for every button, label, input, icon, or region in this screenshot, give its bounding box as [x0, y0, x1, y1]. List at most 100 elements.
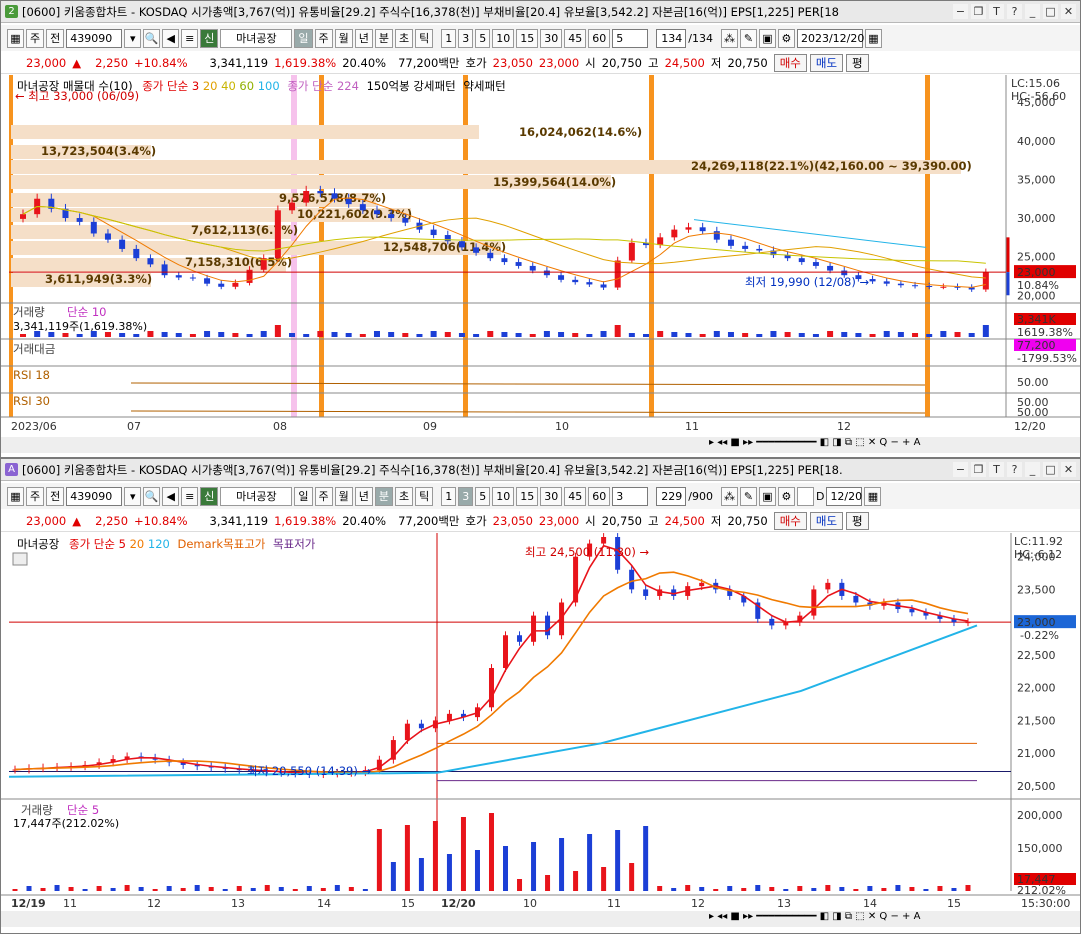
stock-type-select[interactable]: 전 [46, 28, 65, 48]
min-45[interactable]: 45 [564, 28, 587, 48]
min-5[interactable]: 5 [475, 28, 491, 48]
history-icon[interactable]: ≡ [181, 486, 199, 506]
period-tick[interactable]: 틱 [415, 28, 434, 48]
chart-bg [1, 533, 1080, 909]
date-input[interactable]: 2023/12/20 [796, 28, 864, 48]
min-30[interactable]: 30 [540, 28, 563, 48]
avg-button[interactable]: 평 [846, 53, 869, 72]
restore-icon[interactable]: ❐ [971, 4, 986, 19]
x-tick-label: 15 [947, 897, 961, 909]
scrollbar[interactable]: ▸ ◂◂ ■ ▸▸ ━━━━━━━━━━ ◧ ◨ ⧉ ⬚ ✕ Q − + A [1, 437, 1080, 453]
minimize2-icon[interactable]: _ [1025, 462, 1040, 477]
history-icon[interactable]: ≡ [181, 28, 199, 48]
period-minute[interactable]: 분 [374, 486, 393, 506]
count-input[interactable]: 229 [656, 486, 687, 506]
help-icon[interactable]: ? [1007, 4, 1022, 19]
candle [811, 589, 817, 616]
speaker-icon[interactable]: ◀ [162, 486, 180, 506]
minimize-icon[interactable]: − [953, 462, 968, 477]
min-60[interactable]: 60 [588, 486, 611, 506]
search-icon[interactable]: 🔍 [143, 28, 161, 48]
period-month[interactable]: 월 [334, 28, 353, 48]
period-week[interactable]: 주 [314, 486, 333, 506]
min-10[interactable]: 10 [492, 486, 515, 506]
min-1[interactable]: 1 [441, 28, 457, 48]
search-icon[interactable]: 🔍 [143, 486, 161, 506]
min-15[interactable]: 15 [516, 486, 539, 506]
scroll-controls[interactable]: ▸ ◂◂ ■ ▸▸ ━━━━━━━━━━ ◧ ◨ ⧉ ⬚ ✕ Q − + A [709, 437, 920, 448]
volume-bar [96, 886, 102, 891]
scrollbar[interactable]: ▸ ◂◂ ■ ▸▸ ━━━━━━━━━━ ◧ ◨ ⧉ ⬚ ✕ Q − + A [1, 911, 1080, 927]
avg-button[interactable]: 평 [846, 511, 869, 530]
min-30[interactable]: 30 [540, 486, 563, 506]
period-day[interactable]: 일 [294, 28, 313, 48]
maximize-icon[interactable]: □ [1043, 4, 1058, 19]
close-icon[interactable]: ✕ [1061, 462, 1076, 477]
save-icon[interactable]: ▣ [758, 486, 776, 506]
period-month[interactable]: 월 [334, 486, 353, 506]
market-select[interactable]: 주 [26, 28, 45, 48]
date-input[interactable]: 12/20 [826, 486, 863, 506]
min-15[interactable]: 15 [516, 28, 539, 48]
min-3[interactable]: 3 [458, 28, 474, 48]
draw-icon[interactable]: ✎ [739, 486, 757, 506]
grid-icon[interactable]: ▦ [7, 486, 24, 506]
x-tick-label: 12/20 [441, 897, 476, 909]
count-input[interactable]: 134 [656, 28, 687, 48]
period-year[interactable]: 년 [354, 28, 373, 48]
volume-bar [68, 887, 74, 891]
sell-button[interactable]: 매도 [809, 53, 844, 72]
dropdown-icon[interactable]: ▾ [124, 486, 142, 506]
speaker-icon[interactable]: ◀ [162, 28, 180, 48]
minute-chart[interactable]: 24,00023,50023,00022,50022,00021,50021,0… [1, 533, 1080, 909]
indicator-icon[interactable]: ⁂ [720, 486, 738, 506]
volume-bar [218, 332, 225, 337]
code-input[interactable]: 439090 [66, 486, 123, 506]
n-select[interactable]: 3 [612, 486, 649, 506]
help-icon[interactable]: ? [1007, 462, 1022, 477]
calendar-icon[interactable]: ▦ [864, 28, 882, 48]
min-5[interactable]: 5 [475, 486, 491, 506]
period-second[interactable]: 초 [395, 486, 414, 506]
min-10[interactable]: 10 [492, 28, 515, 48]
grid-icon[interactable]: ▦ [7, 28, 24, 48]
pin-icon[interactable]: T [989, 462, 1004, 477]
calendar-icon[interactable]: ▦ [864, 486, 882, 506]
code-input[interactable]: 439090 [66, 28, 123, 48]
settings-icon[interactable]: ⚙ [777, 28, 795, 48]
draw-icon[interactable]: ✎ [739, 28, 757, 48]
minimize-icon[interactable]: − [953, 4, 968, 19]
period-day[interactable]: 일 [294, 486, 313, 506]
maximize-icon[interactable]: □ [1043, 462, 1058, 477]
scroll-controls[interactable]: ▸ ◂◂ ■ ▸▸ ━━━━━━━━━━ ◧ ◨ ⧉ ⬚ ✕ Q − + A [709, 911, 920, 922]
save-icon[interactable]: ▣ [758, 28, 776, 48]
title-bar[interactable]: A [0600] 키움종합차트 - KOSDAQ 시가총액[3,767(억)] … [1, 459, 1080, 481]
indicator-icon[interactable]: ⁂ [720, 28, 738, 48]
stock-type-select[interactable]: 전 [46, 486, 65, 506]
settings-icon[interactable]: ⚙ [777, 486, 795, 506]
d-checkbox[interactable] [796, 486, 814, 506]
period-second[interactable]: 초 [395, 28, 414, 48]
min-3[interactable]: 3 [458, 486, 474, 506]
period-week[interactable]: 주 [314, 28, 333, 48]
period-tick[interactable]: 틱 [415, 486, 434, 506]
market-select[interactable]: 주 [26, 486, 45, 506]
candle [531, 615, 537, 642]
title-bar[interactable]: 2 [0600] 키움종합차트 - KOSDAQ 시가총액[3,767(억)] … [1, 1, 1080, 23]
buy-button[interactable]: 매수 [773, 511, 807, 530]
daily-chart[interactable]: 16,024,062(14.6%) 13,723,504(3.4%) 24,269,… [1, 75, 1080, 437]
min-1[interactable]: 1 [441, 486, 457, 506]
dropdown-icon[interactable]: ▾ [124, 28, 142, 48]
volume-bar [194, 885, 200, 891]
restore-icon[interactable]: ❐ [971, 462, 986, 477]
minimize2-icon[interactable]: _ [1025, 4, 1040, 19]
n-select[interactable]: 5 [612, 28, 649, 48]
min-60[interactable]: 60 [588, 28, 611, 48]
buy-button[interactable]: 매수 [773, 53, 807, 72]
period-minute[interactable]: 분 [374, 28, 393, 48]
min-45[interactable]: 45 [564, 486, 587, 506]
pin-icon[interactable]: T [989, 4, 1004, 19]
period-year[interactable]: 년 [354, 486, 373, 506]
sell-button[interactable]: 매도 [809, 511, 844, 530]
close-icon[interactable]: ✕ [1061, 4, 1076, 19]
